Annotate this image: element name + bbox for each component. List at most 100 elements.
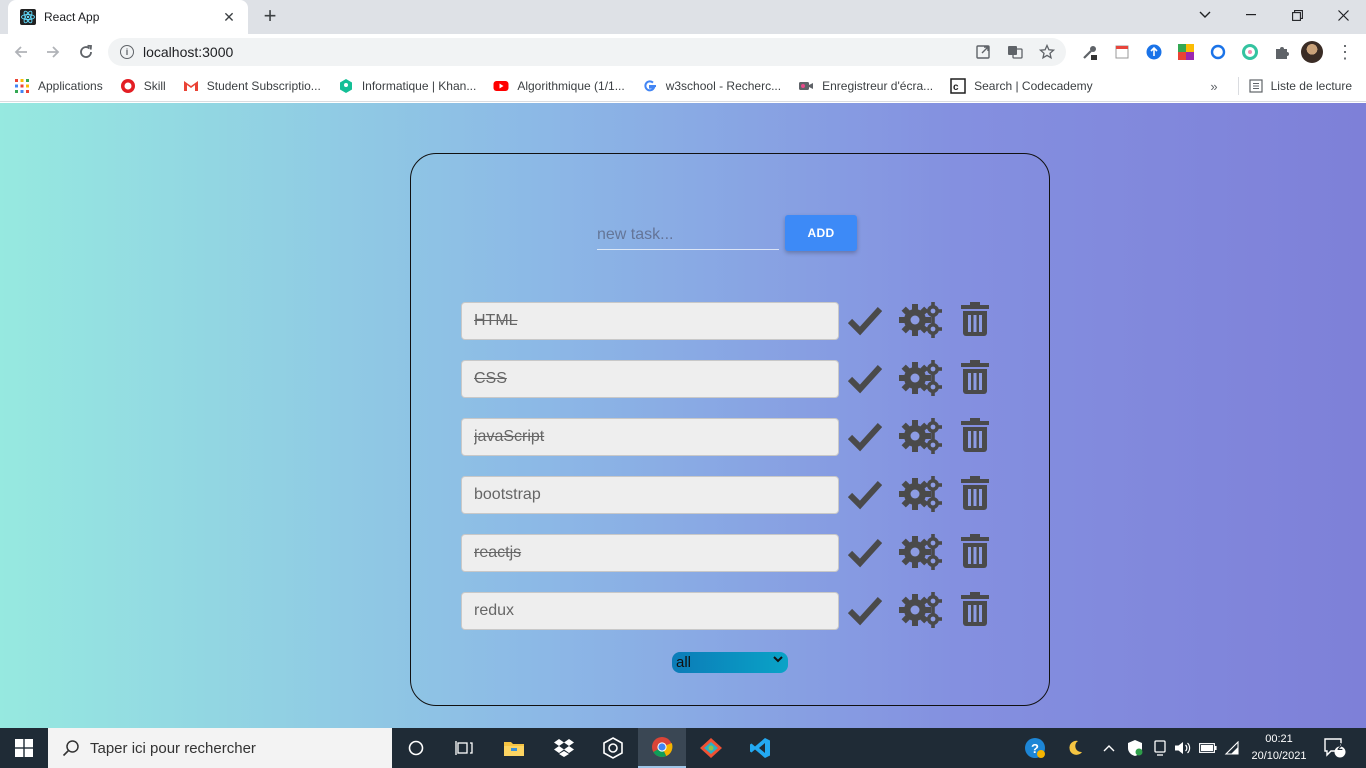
start-button[interactable] xyxy=(0,728,48,768)
volume-icon[interactable] xyxy=(1174,728,1192,768)
codecademy-icon: c xyxy=(950,77,966,94)
help-icon[interactable]: ? xyxy=(1024,728,1046,768)
edit-gears-icon[interactable] xyxy=(899,360,943,396)
extension-eyedropper-icon[interactable] xyxy=(1080,42,1100,62)
bookmark-item[interactable]: Algorithmique (1/1... xyxy=(493,78,625,94)
extension-ring-icon[interactable] xyxy=(1208,42,1228,62)
app-page: ADD all xyxy=(0,103,1366,728)
github-desktop-icon xyxy=(603,737,623,759)
bookmark-item[interactable]: c Search | Codecademy xyxy=(950,77,1093,94)
bookmark-item[interactable]: Informatique | Khan... xyxy=(338,78,476,94)
bookmarks-bar: Applications Skill Student Subscriptio..… xyxy=(0,70,1366,102)
profile-avatar[interactable] xyxy=(1301,41,1323,63)
chevron-down-icon xyxy=(773,656,783,663)
browser-menu-icon[interactable]: ⋮ xyxy=(1336,42,1354,62)
extension-colorwheel-icon[interactable] xyxy=(1240,42,1260,62)
url-text: localhost:3000 xyxy=(143,44,234,60)
bookmark-item[interactable]: Applications xyxy=(14,78,103,94)
edit-gears-icon[interactable] xyxy=(899,418,943,454)
close-window-button[interactable] xyxy=(1320,0,1366,30)
site-info-icon[interactable]: i xyxy=(120,45,134,59)
complete-check-icon[interactable] xyxy=(848,362,882,394)
back-button[interactable] xyxy=(8,39,34,65)
complete-check-icon[interactable] xyxy=(848,478,882,510)
taskbar-search[interactable]: Taper ici pour rechercher xyxy=(48,728,392,768)
task-text-input[interactable] xyxy=(461,418,839,456)
delete-trash-icon[interactable] xyxy=(961,534,989,568)
reload-button[interactable] xyxy=(73,39,99,65)
bookmark-star-icon[interactable] xyxy=(1038,43,1056,61)
night-light-icon[interactable] xyxy=(1066,728,1084,768)
extensions-puzzle-icon[interactable] xyxy=(1272,42,1292,62)
google-icon xyxy=(644,79,656,91)
security-shield-icon[interactable] xyxy=(1127,728,1143,768)
show-hidden-icons-chevron-up-icon[interactable] xyxy=(1103,728,1115,768)
translate-icon[interactable] xyxy=(1006,43,1024,61)
filter-select[interactable]: all xyxy=(672,652,788,673)
edit-gears-icon[interactable] xyxy=(899,302,943,338)
tab-search-chevron-icon[interactable] xyxy=(1182,0,1228,30)
taskbar-app-file-explorer[interactable] xyxy=(490,728,538,768)
minimize-button[interactable] xyxy=(1228,0,1274,30)
taskbar-app-chrome[interactable] xyxy=(638,728,686,768)
task-text-input[interactable] xyxy=(461,534,839,572)
delete-trash-icon[interactable] xyxy=(961,476,989,510)
extension-notepad-icon[interactable] xyxy=(1112,42,1132,62)
add-task-button[interactable]: ADD xyxy=(785,215,857,251)
taskbar-app-github[interactable] xyxy=(589,728,637,768)
complete-check-icon[interactable] xyxy=(848,594,882,626)
reading-list-icon[interactable] xyxy=(1249,79,1263,93)
browser-tab[interactable]: React App ✕ xyxy=(8,0,248,34)
task-text-input[interactable] xyxy=(461,476,839,514)
delete-trash-icon[interactable] xyxy=(961,418,989,452)
bookmark-label: Search | Codecademy xyxy=(974,78,1093,93)
delete-trash-icon[interactable] xyxy=(961,592,989,626)
bookmark-item[interactable]: w3school - Recherc... xyxy=(642,78,781,94)
delete-trash-icon[interactable] xyxy=(961,302,989,336)
reading-list-label[interactable]: Liste de lecture xyxy=(1271,79,1352,93)
more-bookmarks-icon[interactable]: » xyxy=(1210,79,1217,94)
new-tab-button[interactable]: + xyxy=(258,5,282,29)
close-tab-icon[interactable]: ✕ xyxy=(220,9,238,26)
taskbar-app-dropbox[interactable] xyxy=(540,728,588,768)
edit-gears-icon[interactable] xyxy=(899,476,943,512)
taskbar-app-git[interactable] xyxy=(687,728,735,768)
system-clock[interactable]: 00:21 20/10/2021 xyxy=(1240,731,1318,765)
complete-check-icon[interactable] xyxy=(848,420,882,452)
extension-colorful-icon[interactable] xyxy=(1176,42,1196,62)
new-task-input[interactable] xyxy=(597,220,779,250)
battery-icon[interactable] xyxy=(1199,728,1217,768)
bookmark-label: Enregistreur d'écra... xyxy=(822,78,934,93)
task-text-input[interactable] xyxy=(461,360,839,398)
wifi-icon[interactable] xyxy=(1224,728,1240,768)
svg-text:c: c xyxy=(953,82,959,93)
bookmark-item[interactable]: Enregistreur d'écra... xyxy=(798,78,933,94)
skill-icon xyxy=(120,78,135,93)
gmail-icon xyxy=(183,80,198,91)
edit-gears-icon[interactable] xyxy=(899,534,943,570)
complete-check-icon[interactable] xyxy=(848,304,882,336)
vscode-icon xyxy=(750,738,770,758)
cortana-button[interactable] xyxy=(392,728,440,768)
notification-count: 2 xyxy=(1337,742,1343,753)
open-in-app-icon[interactable] xyxy=(974,43,992,61)
task-view-button[interactable] xyxy=(440,728,488,768)
extension-upload-icon[interactable] xyxy=(1144,42,1164,62)
address-bar[interactable]: i localhost:3000 xyxy=(108,38,1066,66)
delete-trash-icon[interactable] xyxy=(961,360,989,394)
search-icon xyxy=(62,740,79,757)
restore-button[interactable] xyxy=(1274,0,1320,30)
taskbar-app-vscode[interactable] xyxy=(736,728,784,768)
complete-check-icon[interactable] xyxy=(848,536,882,568)
task-text-input[interactable] xyxy=(461,592,839,630)
forward-button[interactable] xyxy=(40,39,66,65)
device-icon[interactable] xyxy=(1152,728,1168,768)
edit-gears-icon[interactable] xyxy=(899,592,943,628)
task-row xyxy=(461,418,1001,456)
task-text-input[interactable] xyxy=(461,302,839,340)
notification-center[interactable]: 2 xyxy=(1324,728,1346,768)
khan-academy-icon xyxy=(339,78,352,93)
bookmark-item[interactable]: Skill xyxy=(120,78,166,94)
bookmark-item[interactable]: Student Subscriptio... xyxy=(183,78,321,94)
apps-grid-icon xyxy=(15,78,29,93)
